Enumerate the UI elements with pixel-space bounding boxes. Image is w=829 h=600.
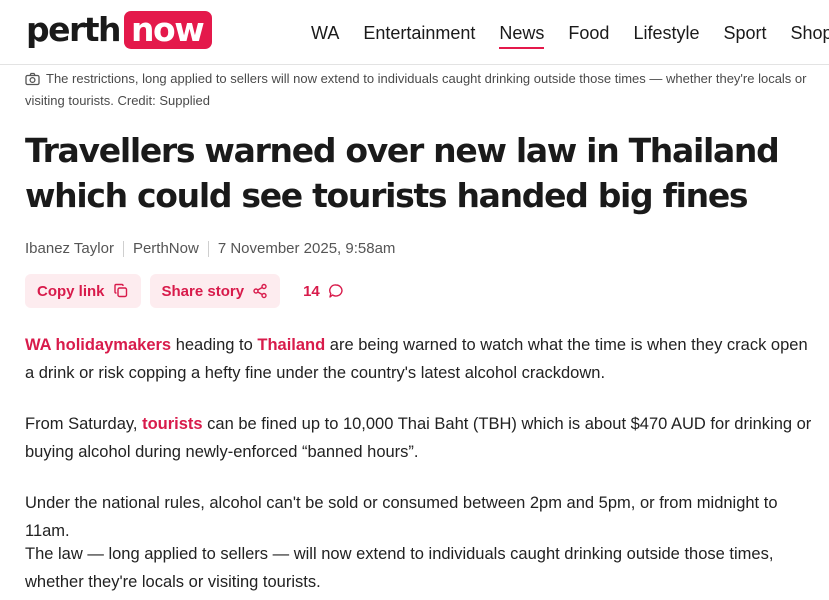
article-actions: Copy link Share story 14 bbox=[25, 274, 344, 308]
share-story-button[interactable]: Share story bbox=[149, 274, 281, 308]
article-paragraph-2: From Saturday, tourists can be fined up … bbox=[25, 410, 820, 466]
logo-text-perth: perth bbox=[26, 10, 122, 49]
link-thailand[interactable]: Thailand bbox=[257, 336, 325, 354]
article-paragraph-1: WA holidaymakers heading to Thailand are… bbox=[25, 331, 820, 387]
article-paragraph-3: Under the national rules, alcohol can't … bbox=[25, 494, 778, 540]
nav-item-shopnow[interactable]: ShopNow bbox=[791, 21, 829, 45]
nav-item-wa[interactable]: WA bbox=[311, 21, 339, 45]
paragraph-text: heading to bbox=[171, 336, 258, 354]
copy-icon bbox=[113, 283, 127, 298]
nav-item-entertainment[interactable]: Entertainment bbox=[363, 21, 475, 45]
camera-icon bbox=[25, 72, 40, 91]
nav-item-food[interactable]: Food bbox=[568, 21, 609, 45]
nav-item-news[interactable]: News bbox=[499, 21, 545, 49]
byline: Ibanez Taylor PerthNow 7 November 2025, … bbox=[25, 240, 395, 257]
paragraph-text: From Saturday, bbox=[25, 415, 143, 433]
author-name[interactable]: Ibanez Taylor bbox=[25, 240, 114, 257]
perthnow-logo[interactable]: perth now bbox=[26, 10, 213, 49]
comment-count: 14 bbox=[303, 282, 320, 300]
copy-link-button[interactable]: Copy link bbox=[25, 274, 141, 308]
link-tourists[interactable]: tourists bbox=[142, 415, 203, 433]
nav-item-sport[interactable]: Sport bbox=[723, 21, 766, 45]
link-wa-holidaymakers[interactable]: WA holidaymakers bbox=[25, 336, 171, 354]
comments-link[interactable]: 14 bbox=[303, 283, 344, 300]
copy-link-label: Copy link bbox=[37, 282, 105, 300]
comment-icon bbox=[328, 284, 343, 298]
image-caption: The restrictions, long applied to seller… bbox=[25, 69, 815, 110]
byline-divider bbox=[207, 240, 209, 257]
byline-divider bbox=[122, 240, 124, 257]
logo-text-now: now bbox=[124, 11, 213, 49]
publish-date: 7 November 2025, 9:58am bbox=[217, 240, 396, 257]
article-headline: Travellers warned over new law in Thaila… bbox=[25, 131, 780, 215]
source-name: PerthNow bbox=[132, 240, 199, 257]
share-story-label: Share story bbox=[161, 282, 245, 300]
share-icon bbox=[253, 283, 267, 299]
article-paragraph-4: The law — long applied to sellers — will… bbox=[25, 545, 774, 591]
nav-item-lifestyle[interactable]: Lifestyle bbox=[633, 21, 699, 45]
site-header: perth now WA Entertainment News Food Lif… bbox=[0, 0, 829, 65]
caption-text: The restrictions, long applied to seller… bbox=[25, 71, 807, 108]
main-nav: WA Entertainment News Food Lifestyle Spo… bbox=[311, 21, 829, 49]
